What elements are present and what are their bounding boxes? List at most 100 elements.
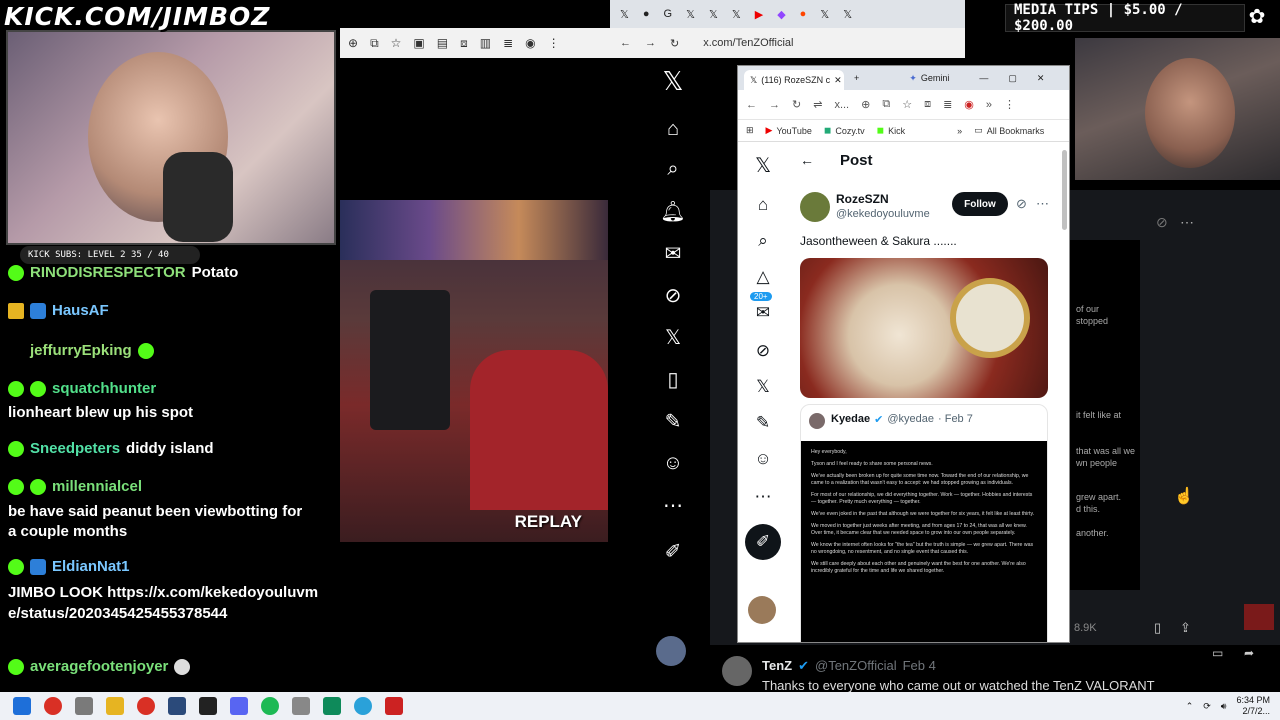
articles-icon[interactable]: ✎ xyxy=(752,412,774,434)
bookmark-kick[interactable]: Kick xyxy=(888,126,905,136)
grok-icon[interactable]: ⊘ xyxy=(1016,196,1027,212)
puzzle-icon[interactable]: ⧈ xyxy=(460,36,468,51)
messages-icon[interactable]: ✉ xyxy=(660,240,686,266)
search-icon[interactable]: ⌕ xyxy=(660,156,686,182)
forward-icon[interactable]: → xyxy=(645,37,656,49)
chat-username[interactable]: HausAF xyxy=(52,302,109,319)
install-icon[interactable]: ⧉ xyxy=(882,98,890,111)
x-tab-icon[interactable]: 𝕏 xyxy=(620,8,629,21)
chat-username[interactable]: EldianNat1 xyxy=(52,558,130,575)
volume-icon[interactable]: 🔊︎ xyxy=(1221,701,1227,712)
minimize-icon[interactable]: — xyxy=(979,73,988,83)
youtube-tab-icon[interactable]: ▶ xyxy=(755,8,763,21)
x-premium-icon[interactable]: 𝕏 xyxy=(660,324,686,350)
share-icon[interactable]: ⇪ xyxy=(1180,620,1191,636)
forward-icon[interactable]: → xyxy=(769,99,780,111)
more-bookmarks-icon[interactable]: » xyxy=(957,126,962,136)
articles-icon[interactable]: ✎ xyxy=(660,408,686,434)
tab-icon[interactable]: ● xyxy=(643,8,650,20)
x-tab-icon[interactable]: 𝕏 xyxy=(820,8,829,21)
install-icon[interactable]: ⧉ xyxy=(370,36,379,51)
home-icon[interactable]: ⌂ xyxy=(752,194,774,216)
close-window-icon[interactable]: ✕ xyxy=(1037,73,1045,84)
menu-icon[interactable]: ⋮ xyxy=(1004,98,1015,111)
author-handle[interactable]: @kekedoyouluvme xyxy=(836,208,930,220)
media-icon[interactable]: ≣ xyxy=(503,36,513,50)
twitch-tab-icon[interactable]: ◆ xyxy=(777,8,785,21)
more-icon[interactable]: ⋯ xyxy=(752,486,774,508)
chrome-icon[interactable] xyxy=(44,697,62,715)
clock-date[interactable]: 2/7/2... xyxy=(1236,706,1270,717)
post-image-rabbit[interactable] xyxy=(800,258,1048,398)
bookmark-youtube[interactable]: YouTube xyxy=(776,126,811,136)
clock-time[interactable]: 6:34 PM xyxy=(1236,695,1270,706)
site-info-icon[interactable]: ⇌ xyxy=(813,98,822,111)
x-tab-icon[interactable]: 𝕏 xyxy=(709,8,718,21)
bookmarks-icon[interactable]: ▯ xyxy=(660,366,686,392)
reload-icon[interactable]: ↻ xyxy=(792,98,801,111)
discord-icon[interactable] xyxy=(230,697,248,715)
more-icon[interactable]: ⋯ xyxy=(1180,214,1194,231)
x-tab-icon[interactable]: 𝕏 xyxy=(732,8,741,21)
spotify-icon[interactable] xyxy=(261,697,279,715)
tenz-name[interactable]: TenZ xyxy=(762,658,792,674)
menu-icon[interactable]: ⋮ xyxy=(548,36,560,50)
app-icon[interactable] xyxy=(385,697,403,715)
chat-username[interactable]: averagefootenjoyer xyxy=(30,658,168,675)
quoted-name[interactable]: Kyedae xyxy=(831,413,870,426)
x-premium-icon[interactable]: 𝕏 xyxy=(752,376,774,398)
media-icon[interactable]: ≣ xyxy=(943,98,952,111)
messages-icon[interactable]: ✉ xyxy=(752,302,774,324)
quoted-handle[interactable]: @kyedae xyxy=(887,413,934,426)
maximize-icon[interactable]: ▢ xyxy=(1008,73,1017,84)
background-tenz-post[interactable]: TenZ ✔ @TenZOfficial Feb 4 Thanks to eve… xyxy=(722,652,1222,693)
notifications-icon[interactable]: △ xyxy=(752,266,774,288)
follow-button[interactable]: Follow xyxy=(952,192,1008,216)
apps-icon[interactable]: ⊞ xyxy=(746,125,754,136)
steam-icon[interactable] xyxy=(168,697,186,715)
extension-icon[interactable]: ▤ xyxy=(437,36,448,50)
app-icon[interactable] xyxy=(292,697,310,715)
x-tab-icon[interactable]: 𝕏 xyxy=(686,8,695,21)
chat-username[interactable]: jeffurryEpking xyxy=(30,342,132,359)
reload-icon[interactable]: ↻ xyxy=(670,37,679,50)
profile-icon[interactable]: ☺ xyxy=(660,450,686,476)
bookmark-icon[interactable]: ▯ xyxy=(1154,620,1161,636)
new-tab-icon[interactable]: + xyxy=(854,73,859,83)
more-tools-icon[interactable]: » xyxy=(986,99,992,111)
x-logo-icon[interactable]: 𝕏 xyxy=(752,154,774,177)
x-tab-icon[interactable]: 𝕏 xyxy=(843,8,852,21)
active-tab[interactable]: 𝕏 (116) RozeSZN c ✕ xyxy=(744,70,844,90)
author-name[interactable]: RozeSZN xyxy=(836,192,889,206)
chrome-icon[interactable] xyxy=(137,697,155,715)
grok-icon[interactable]: ⊘ xyxy=(1156,214,1168,231)
chat-username[interactable]: squatchhunter xyxy=(52,380,156,397)
gemini-button[interactable]: Gemini xyxy=(921,73,950,83)
obs-icon[interactable] xyxy=(199,697,217,715)
url-field[interactable]: x.com/TenZOfficial xyxy=(703,37,793,49)
close-tab-icon[interactable]: ✕ xyxy=(834,75,842,86)
account-avatar[interactable] xyxy=(748,596,776,624)
extension-icon[interactable]: ▣ xyxy=(413,36,424,50)
tenz-handle[interactable]: @TenZOfficial xyxy=(815,658,897,674)
grok-icon[interactable]: ⊘ xyxy=(660,282,686,308)
more-options-icon[interactable]: ⋯ xyxy=(1036,196,1049,212)
back-icon[interactable]: ← xyxy=(620,37,631,49)
profile-icon[interactable]: ☺ xyxy=(752,448,774,470)
quoted-avatar[interactable] xyxy=(809,413,825,429)
url-field[interactable]: x... xyxy=(834,99,849,111)
zoom-icon[interactable]: ⊕ xyxy=(348,36,358,50)
star-icon[interactable]: ☆ xyxy=(391,36,402,50)
star-icon[interactable]: ☆ xyxy=(902,98,912,111)
app-icon[interactable] xyxy=(323,697,341,715)
scrollbar[interactable] xyxy=(1062,150,1067,230)
search-icon[interactable]: ⌕ xyxy=(752,230,774,252)
sidepanel-icon[interactable]: ▥ xyxy=(480,36,491,50)
bookmark-cozy[interactable]: Cozy.tv xyxy=(835,126,864,136)
chat-username[interactable]: millennialcel xyxy=(52,478,142,495)
file-explorer-icon[interactable] xyxy=(106,697,124,715)
back-arrow-icon[interactable]: ← xyxy=(800,152,814,168)
gemini-icon[interactable]: ✦ xyxy=(909,73,917,84)
forward-share-icon[interactable]: ➦ xyxy=(1244,646,1254,660)
extensions-icon[interactable]: ⧈ xyxy=(924,98,931,111)
